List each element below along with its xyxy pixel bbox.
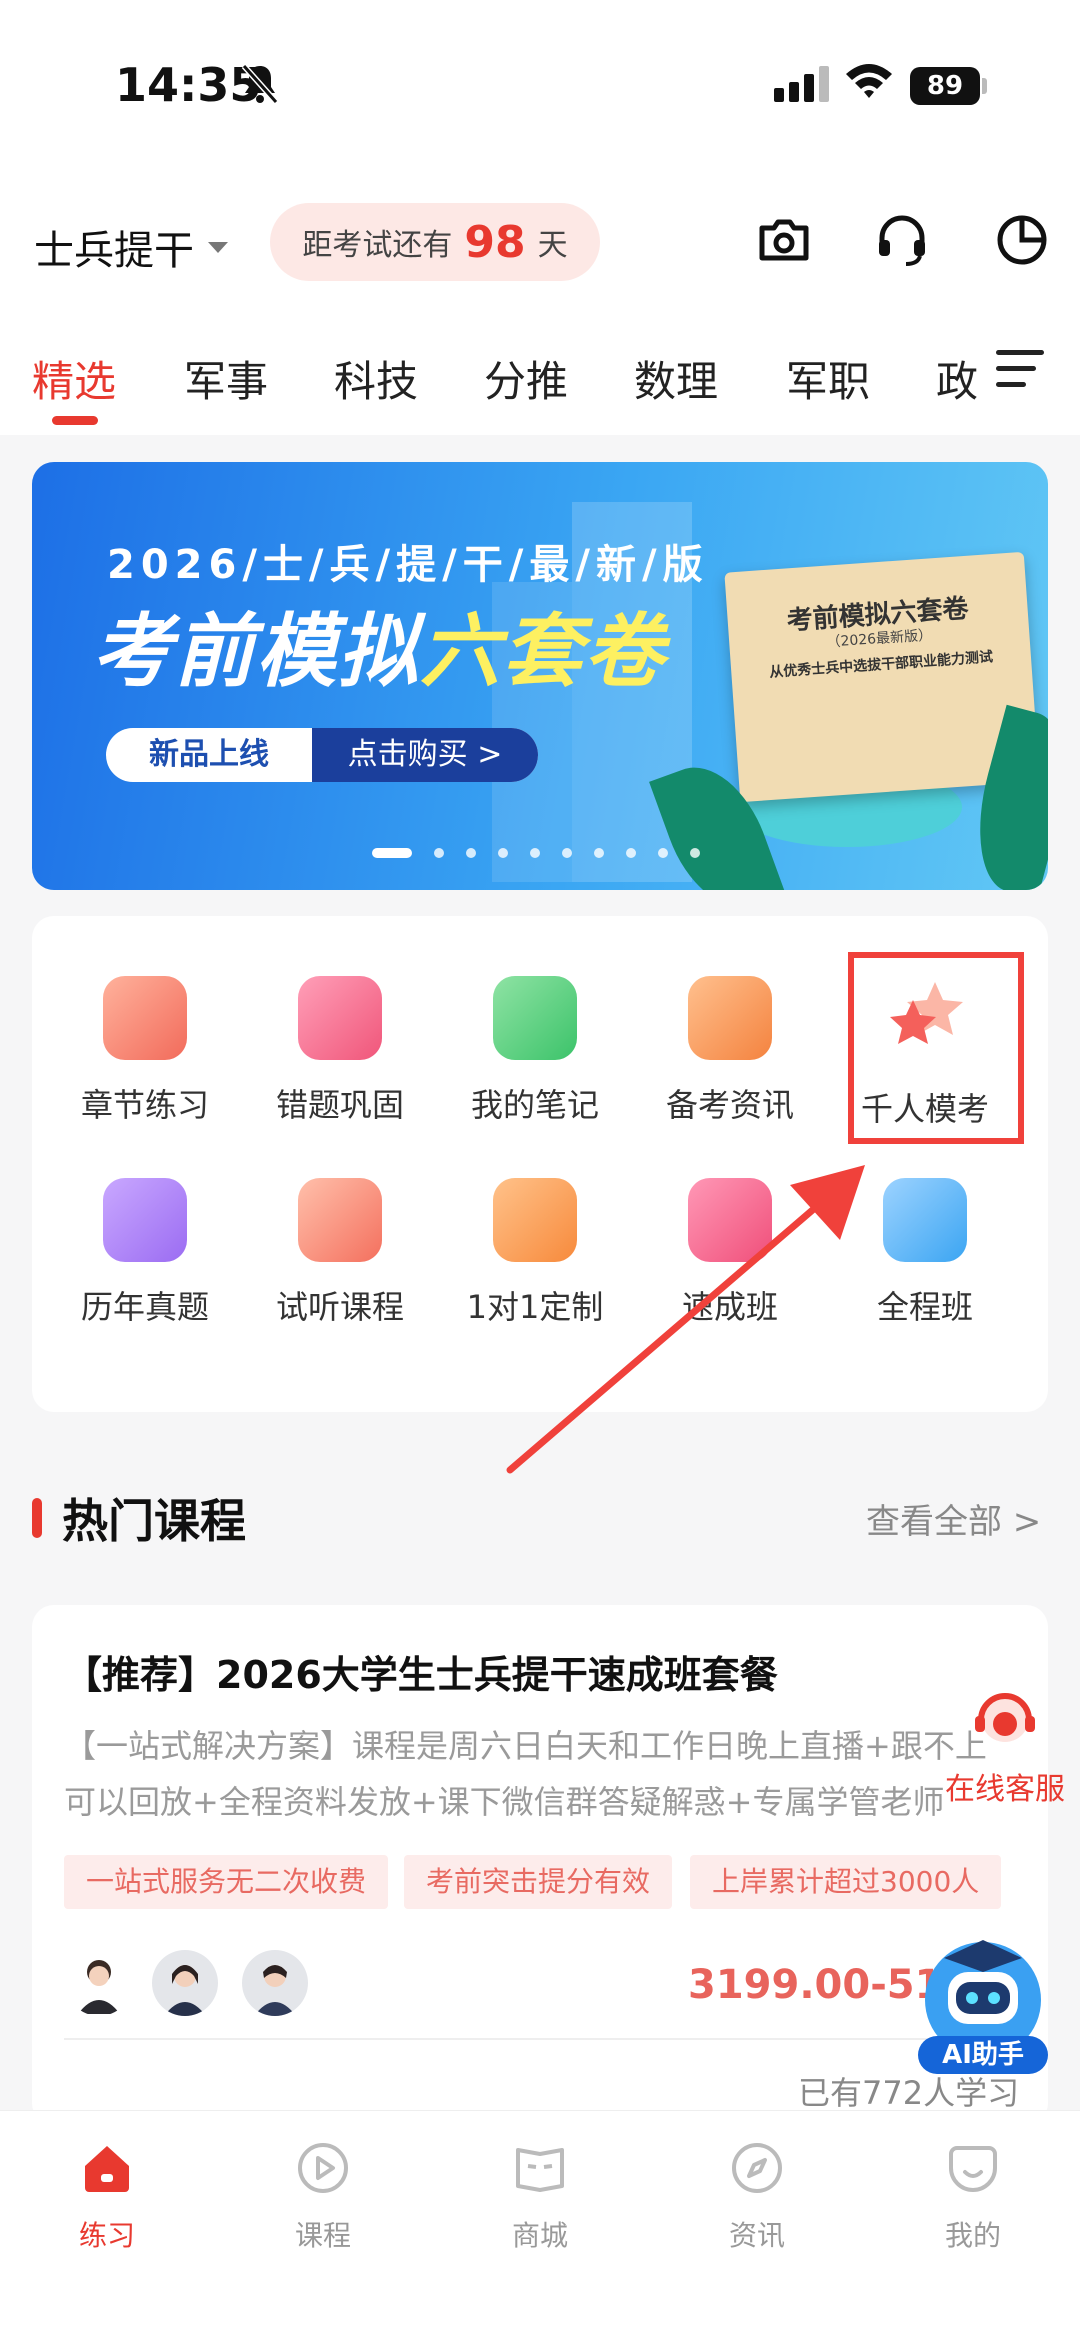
course-tag: 上岸累计超过3000人 bbox=[690, 1855, 1002, 1909]
exam-selector[interactable]: 士兵提干 bbox=[34, 218, 228, 276]
banner-subtitle: 2026/士/兵/提/干/最/新/版 bbox=[107, 542, 709, 588]
play-icon bbox=[298, 2143, 348, 2193]
countdown-suffix: 天 bbox=[537, 228, 568, 263]
feature-label: 章节练习 bbox=[80, 1086, 209, 1124]
news-icon bbox=[688, 976, 772, 1060]
chapter-icon bbox=[103, 976, 187, 1060]
carousel-dot bbox=[658, 848, 668, 858]
category-tabs: 精选 军事 科技 分推 数理 军职 政 bbox=[0, 338, 1000, 428]
wrong-question-icon bbox=[298, 976, 382, 1060]
feature-wrong-questions[interactable]: 错题巩固 bbox=[245, 976, 435, 1126]
nav-label: 课程 bbox=[294, 2219, 351, 2252]
exam-type-label: 士兵提干 bbox=[34, 228, 194, 274]
carousel-dot bbox=[466, 848, 476, 858]
trial-course-icon bbox=[298, 1178, 382, 1262]
carousel-dot bbox=[690, 848, 700, 858]
wifi-icon bbox=[846, 64, 892, 98]
nav-courses[interactable]: 课程 bbox=[248, 2140, 398, 2254]
nav-label: 商城 bbox=[511, 2219, 568, 2252]
carousel-dot bbox=[530, 848, 540, 858]
carousel-dot bbox=[626, 848, 636, 858]
signal-icon bbox=[774, 66, 834, 102]
feature-trial-course[interactable]: 试听课程 bbox=[245, 1178, 435, 1328]
headset-icon[interactable] bbox=[872, 210, 932, 270]
camera-icon[interactable] bbox=[754, 210, 814, 270]
banner-title-yellow: 六套卷 bbox=[420, 605, 666, 698]
hot-courses-title: 热门课程 bbox=[62, 1494, 246, 1548]
note-icon bbox=[493, 976, 577, 1060]
nav-label: 资讯 bbox=[728, 2219, 785, 2252]
view-all-link[interactable]: 查看全部 > bbox=[866, 1494, 1041, 1543]
carousel-dot bbox=[372, 848, 412, 858]
arrow-annotation bbox=[506, 1165, 865, 1474]
feature-exam-news[interactable]: 备考资讯 bbox=[635, 976, 825, 1126]
ai-assistant-button[interactable]: AI助手 bbox=[904, 1928, 1062, 2078]
new-product-label: 新品上线 bbox=[149, 737, 269, 772]
tab-junzhi[interactable]: 军职 bbox=[786, 348, 870, 409]
nav-label: 我的 bbox=[944, 2219, 1001, 2252]
course-tag: 一站式服务无二次收费 bbox=[64, 1855, 389, 1909]
tab-shuli[interactable]: 数理 bbox=[634, 348, 718, 409]
nav-me[interactable]: 我的 bbox=[898, 2140, 1048, 2254]
carousel-dots bbox=[372, 848, 722, 858]
banner-title-white: 考前模拟 bbox=[92, 605, 420, 698]
avatar bbox=[242, 1950, 308, 2016]
avatar bbox=[66, 1950, 132, 2016]
nav-practice[interactable]: 练习 bbox=[32, 2140, 182, 2254]
countdown-prefix: 距考试还有 bbox=[302, 228, 453, 263]
tab-fentui[interactable]: 分推 bbox=[484, 348, 568, 409]
tab-junshi[interactable]: 军事 bbox=[184, 348, 268, 409]
full-course-icon bbox=[883, 1178, 967, 1262]
feature-past-papers[interactable]: 历年真题 bbox=[50, 1178, 240, 1328]
feature-my-notes[interactable]: 我的笔记 bbox=[440, 976, 630, 1126]
smile-icon bbox=[949, 2146, 997, 2192]
compass-icon bbox=[732, 2143, 782, 2193]
feature-label: 试听课程 bbox=[275, 1288, 404, 1326]
carousel-dot bbox=[434, 848, 444, 858]
nav-label: 练习 bbox=[78, 2219, 135, 2252]
past-papers-icon bbox=[103, 1178, 187, 1262]
tab-keji[interactable]: 科技 bbox=[334, 348, 418, 409]
exam-countdown: 距考试还有 98 天 bbox=[270, 203, 600, 281]
ai-assistant-label: AI助手 bbox=[942, 2040, 1024, 2070]
section-bar bbox=[32, 1498, 42, 1538]
menu-icon[interactable] bbox=[996, 350, 1044, 390]
feature-chapter-practice[interactable]: 章节练习 bbox=[50, 976, 240, 1126]
mute-bell-icon bbox=[241, 64, 279, 104]
battery-level: 89 bbox=[910, 67, 980, 105]
buy-now-button[interactable]: 点击购买 > bbox=[312, 728, 538, 782]
book-icon bbox=[516, 2148, 564, 2192]
online-service-button[interactable]: 在线客服 bbox=[930, 1680, 1080, 1808]
carousel-dot bbox=[498, 848, 508, 858]
avatar bbox=[152, 1950, 218, 2016]
course-tag: 考前突击提分有效 bbox=[404, 1855, 673, 1909]
feature-label: 历年真题 bbox=[80, 1288, 209, 1326]
nav-mall[interactable]: 商城 bbox=[465, 2140, 615, 2254]
nav-news[interactable]: 资讯 bbox=[682, 2140, 832, 2254]
highlight-box bbox=[848, 952, 1024, 1144]
countdown-days: 98 bbox=[464, 216, 526, 268]
home-icon bbox=[85, 2146, 129, 2192]
banner-title: 考前模拟六套卷 bbox=[92, 587, 666, 703]
carousel-dot bbox=[594, 848, 604, 858]
tab-zheng[interactable]: 政 bbox=[936, 348, 978, 409]
caret-down-icon bbox=[208, 241, 228, 253]
tab-jingxuan[interactable]: 精选 bbox=[32, 348, 116, 409]
banner-buy-pill[interactable]: 新品上线 点击购买 > bbox=[106, 728, 538, 782]
section-title: 热门课程 bbox=[32, 1485, 246, 1551]
divider bbox=[64, 2038, 1016, 2040]
battery-icon bbox=[982, 78, 987, 94]
online-service-label: 在线客服 bbox=[945, 1772, 1065, 1807]
feature-label: 我的笔记 bbox=[470, 1086, 599, 1124]
feature-label: 错题巩固 bbox=[275, 1086, 404, 1124]
course-description: 【一站式解决方案】课程是周六日白天和工作日晚上直播+跟不上可以回放+全程资料发放… bbox=[64, 1727, 987, 1821]
feature-label: 备考资讯 bbox=[665, 1086, 794, 1124]
carousel-dot bbox=[562, 848, 572, 858]
course-title: 【推荐】2026大学生士兵提干速成班套餐 bbox=[64, 1653, 778, 1697]
promo-banner[interactable]: 2026/士/兵/提/干/最/新/版 考前模拟六套卷 新品上线 点击购买 > 考… bbox=[32, 462, 1048, 890]
pie-chart-icon[interactable] bbox=[992, 210, 1052, 270]
active-tab-indicator bbox=[52, 416, 98, 425]
service-agent-icon bbox=[975, 1693, 1035, 1742]
